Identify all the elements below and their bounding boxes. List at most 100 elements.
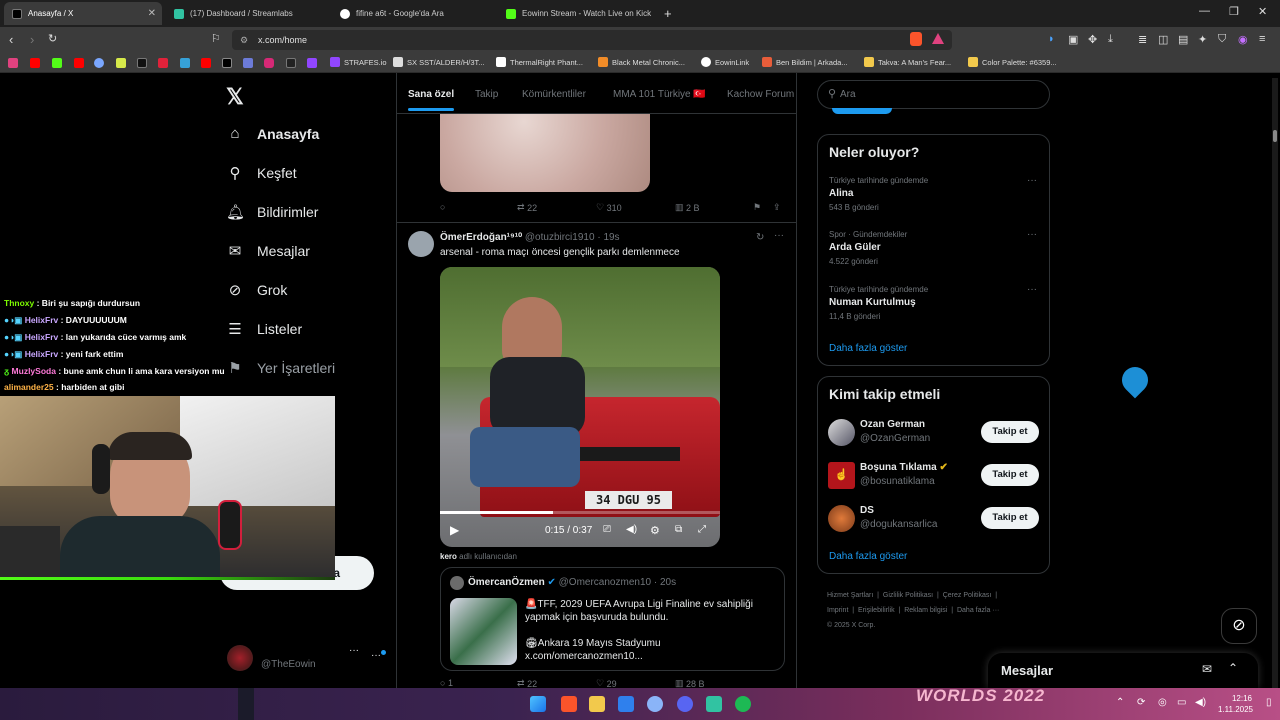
address-bar[interactable]: ⚙ x.com/home xyxy=(232,30,952,50)
footer-link[interactable]: Çerez Politikası xyxy=(943,592,992,599)
search-box[interactable]: ⚲ Ara xyxy=(817,80,1050,109)
youtube-icon[interactable] xyxy=(201,58,211,68)
chevron-up-icon[interactable]: ⌃ xyxy=(1228,661,1238,675)
tweet-author-handle[interactable]: @otuzbirci1910 xyxy=(525,232,595,243)
bookmark-item[interactable]: Takva: A Man's Fear... xyxy=(864,57,951,67)
discord-icon[interactable] xyxy=(677,696,693,712)
tab-list[interactable]: Kachow Forum xyxy=(727,89,794,100)
bookmark-favicon[interactable] xyxy=(8,58,18,68)
footer-link[interactable]: Imprint xyxy=(827,607,848,614)
reply-icon[interactable]: ○ xyxy=(440,202,445,212)
bookmark-favicon[interactable] xyxy=(243,58,253,68)
forward-icon[interactable]: › xyxy=(30,32,34,47)
footer-link[interactable]: Reklam bilgisi xyxy=(904,607,947,614)
reply-user[interactable]: kero xyxy=(440,552,457,561)
sidebar-icon[interactable]: ◫ xyxy=(1158,33,1168,46)
grok-button[interactable]: ⊘ xyxy=(1221,608,1257,644)
nav-bookmarks[interactable]: ⚑ Yer İşaretleri xyxy=(226,359,335,377)
chevron-up-icon[interactable]: ⌃ xyxy=(1116,697,1124,708)
maximize-button[interactable]: ❐ xyxy=(1229,5,1239,18)
retweet-button[interactable]: ⇄ 22 xyxy=(517,202,537,213)
back-icon[interactable]: ‹ xyxy=(9,32,13,47)
who-to-follow-show-more[interactable]: Daha fazla göster xyxy=(829,551,907,562)
tab-kick[interactable]: Eowinn Stream - Watch Live on Kick xyxy=(498,2,660,25)
file-explorer-icon[interactable] xyxy=(589,696,605,712)
bookmark-icon[interactable]: ⚑ xyxy=(753,202,761,213)
profile-icon[interactable]: ◉ xyxy=(1238,33,1248,46)
bookmark-item[interactable]: Ben Bildim | Arkada... xyxy=(762,57,848,67)
reply-button[interactable]: ○ 1 xyxy=(440,678,453,688)
views-button[interactable]: ▥ 2 B xyxy=(675,202,700,213)
tweet-video[interactable]: 34 DGU 95 ▶ 0:15 / 0:37 ⎚ ◀) ⚙ ⧉ ⤢ xyxy=(440,267,720,547)
tray-icon[interactable]: ⟳ xyxy=(1137,697,1145,708)
nav-messages[interactable]: ✉ Mesajlar xyxy=(226,242,310,260)
tweet-time[interactable]: 19s xyxy=(603,232,619,243)
bookmark-item[interactable]: EowinLink xyxy=(701,57,749,67)
spotify-icon[interactable] xyxy=(735,696,751,712)
menu-icon[interactable]: ≡ xyxy=(1259,33,1265,45)
new-message-icon[interactable]: ✉ xyxy=(1202,662,1212,676)
volume-icon[interactable]: ◀) xyxy=(1195,697,1206,708)
tab-list[interactable]: Kömürkentliler xyxy=(522,89,586,100)
window-close-button[interactable]: ✕ xyxy=(1258,5,1267,18)
download-icon[interactable]: ⤓ xyxy=(1108,33,1113,46)
tab-streamlabs[interactable]: (17) Dashboard / Streamlabs xyxy=(166,2,328,25)
bookmark-favicon[interactable] xyxy=(180,58,190,68)
kick-icon[interactable] xyxy=(52,58,62,68)
follow-button[interactable]: Takip et xyxy=(981,464,1039,486)
bookmark-favicon[interactable] xyxy=(286,58,296,68)
nav-home[interactable]: ⌂ Anasayfa xyxy=(226,125,319,142)
share-icon[interactable]: ⇪ xyxy=(773,202,781,213)
x-logo-icon[interactable]: 𝕏 xyxy=(226,84,244,110)
extension-icon[interactable]: ▣ xyxy=(1068,33,1078,46)
profile-avatar[interactable] xyxy=(227,645,253,671)
twitch-icon[interactable] xyxy=(307,58,317,68)
youtube-icon[interactable] xyxy=(30,58,40,68)
tray-icon[interactable]: ◎ xyxy=(1158,697,1167,708)
quoted-tweet[interactable]: ÖmercanÖzmen ✔ @Omercanozmen10 · 20s 🚨TF… xyxy=(440,567,785,671)
trends-show-more[interactable]: Daha fazla göster xyxy=(829,343,907,354)
scrollbar-track[interactable] xyxy=(1272,78,1278,688)
vpn-icon[interactable]: ⛉ xyxy=(1218,33,1226,46)
puzzle-icon[interactable]: ✥ xyxy=(1088,33,1097,46)
volume-icon[interactable]: ◀) xyxy=(626,524,637,535)
wallet-icon[interactable]: ▤ xyxy=(1178,33,1188,46)
brave-rewards-icon[interactable] xyxy=(932,33,944,44)
tweet-avatar[interactable] xyxy=(408,231,434,257)
premium-button-edge[interactable] xyxy=(832,108,892,114)
nav-explore[interactable]: ⚲ Keşfet xyxy=(226,164,297,182)
captions-icon[interactable]: ⎚ xyxy=(603,524,611,535)
tab-following[interactable]: Takip xyxy=(475,89,498,100)
app-icon[interactable] xyxy=(647,696,663,712)
more-icon[interactable]: ··· xyxy=(1027,229,1037,240)
nav-notifications[interactable]: 🔔︎ Bildirimler xyxy=(226,203,318,221)
bookmark-item[interactable]: STRAFES.io xyxy=(330,57,387,67)
brave-shields-icon[interactable] xyxy=(910,32,922,46)
footer-link[interactable]: Daha fazla ··· xyxy=(957,607,999,614)
notification-icon[interactable]: ▯ xyxy=(1266,697,1272,708)
more-icon[interactable]: ··· xyxy=(1027,175,1037,186)
bookmark-item[interactable]: Color Palette: #6359... xyxy=(968,57,1057,67)
footer-link[interactable]: Hizmet Şartları xyxy=(827,592,873,599)
grok-icon[interactable]: ↻ xyxy=(756,232,764,243)
follow-button[interactable]: Takip et xyxy=(981,507,1039,529)
footer-link[interactable]: Erişilebilirlik xyxy=(858,607,895,614)
search-input[interactable]: Ara xyxy=(840,89,856,100)
close-icon[interactable]: ✕ xyxy=(148,8,156,19)
new-tab-button[interactable]: + xyxy=(664,6,672,21)
network-icon[interactable]: ▭ xyxy=(1177,697,1186,708)
tab-google[interactable]: fifine a6t - Google'da Ara xyxy=(332,2,494,25)
youtube-icon[interactable] xyxy=(74,58,84,68)
nav-lists[interactable]: ☰ Listeler xyxy=(226,320,302,338)
like-button[interactable]: ♡ 310 xyxy=(596,202,622,213)
bookmark-item[interactable]: SX SST/ALDER/H/3T... xyxy=(393,57,485,67)
instagram-icon[interactable] xyxy=(264,58,274,68)
footer-link[interactable]: Gizlilik Politikası xyxy=(883,592,933,599)
clock[interactable]: 12:16 1.11.2025 xyxy=(1218,693,1253,715)
bookmark-favicon[interactable] xyxy=(158,58,168,68)
tiktok-icon[interactable] xyxy=(137,58,147,68)
more-icon[interactable]: ··· xyxy=(1027,284,1037,295)
windows-start-icon[interactable] xyxy=(530,696,546,712)
audio-icon[interactable]: ◗ xyxy=(1048,33,1055,45)
play-icon[interactable]: ▶ xyxy=(450,523,459,537)
